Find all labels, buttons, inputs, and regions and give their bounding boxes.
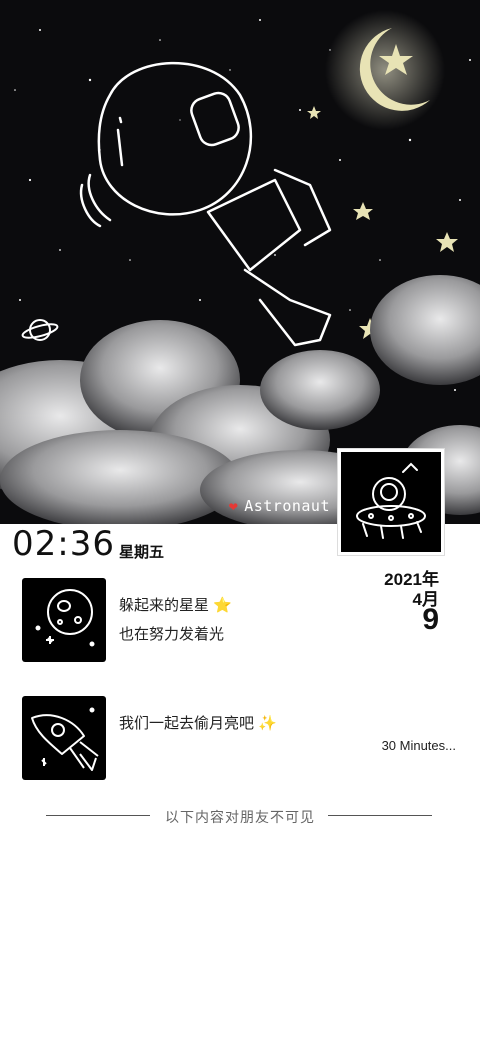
- privacy-notice: 以下内容对朋友不可见: [165, 809, 315, 825]
- caption-text: Astronaut: [244, 497, 330, 515]
- current-time: 02:36: [12, 524, 115, 564]
- star-icon: [307, 106, 321, 119]
- post-thumbnail[interactable]: [22, 578, 106, 662]
- astronaut-doodle-icon: [79, 61, 332, 347]
- cover-photo[interactable]: ❤ Astronaut: [0, 0, 480, 524]
- post-text-line2: 也在努力发着光: [119, 626, 225, 643]
- planet-icon: [21, 319, 59, 341]
- post-thumbnail[interactable]: [22, 696, 106, 780]
- divider-line-right: [328, 815, 432, 816]
- avatar[interactable]: [338, 449, 444, 555]
- post-timestamp: 30 Minutes...: [381, 738, 456, 753]
- privacy-divider: 以下内容对朋友不可见: [0, 807, 480, 825]
- moon-doodle-icon: [35, 589, 95, 647]
- ufo-astronaut-icon: [356, 462, 426, 539]
- star-icon: [353, 202, 373, 220]
- rocket-doodle-icon: [31, 707, 99, 771]
- moon-glow: [325, 10, 445, 130]
- star-emoji-icon: ⭐: [213, 596, 232, 614]
- post-text: 我们一起去偷月亮吧: [119, 715, 255, 732]
- post-text-line1: 我们一起去偷月亮吧 ✨: [119, 712, 277, 733]
- post-text-line1: 躲起来的星星 ⭐: [119, 594, 232, 615]
- weekday-label: 星期五: [119, 544, 165, 561]
- sparkles-emoji-icon: ✨: [258, 714, 277, 732]
- star-icon: [436, 232, 458, 252]
- cover-illustration: [0, 10, 480, 524]
- heart-icon: ❤: [228, 497, 239, 515]
- day-label: 9: [422, 603, 439, 636]
- post-text: 躲起来的星星: [119, 597, 210, 614]
- cover-caption: ❤ Astronaut: [229, 497, 330, 515]
